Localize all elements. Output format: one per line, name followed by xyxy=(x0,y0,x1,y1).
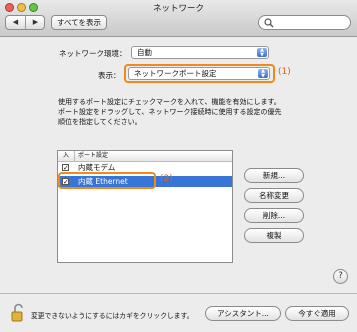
rename-button[interactable]: 名称変更 xyxy=(244,188,304,203)
lock-icon[interactable] xyxy=(10,303,26,323)
window-title: ネットワーク xyxy=(152,4,204,14)
duplicate-button[interactable]: 複製 xyxy=(244,228,304,243)
show-value: ネットワークポート設定 xyxy=(134,69,217,78)
back-forward-control: ◀ ▶ xyxy=(5,15,45,30)
annotation-box-2 xyxy=(58,172,156,189)
location-popup[interactable]: 自動 ▲ ▼ xyxy=(131,46,269,59)
assistant-button[interactable]: アシスタント... xyxy=(205,306,281,321)
column-header-port[interactable]: ポート設定 xyxy=(78,151,108,161)
search-icon xyxy=(264,18,274,28)
delete-button[interactable]: 削除... xyxy=(244,208,304,223)
show-label: 表示： xyxy=(98,71,121,80)
lock-text: 変更できないようにするにはカギをクリックします。 xyxy=(31,312,194,320)
forward-arrow-icon[interactable]: ▶ xyxy=(25,16,45,29)
divider xyxy=(0,293,357,294)
description-line-1: 使用するポート設定にチェックマークを入れて、機能を有効にします。 xyxy=(58,98,281,106)
location-value: 自動 xyxy=(137,48,152,57)
search-input[interactable] xyxy=(275,16,345,29)
description-line-2: ポート設定をドラッグして、ネットワーク接続時に使用する設定の優先 xyxy=(58,108,282,116)
window-titlebar: ネットワーク ◀ ▶ すべてを表示 xyxy=(0,0,357,37)
location-label: ネットワーク環境： xyxy=(59,49,127,58)
description-line-3: 順位を指定してください。 xyxy=(58,118,142,126)
popup-arrows-icon: ▲ ▼ xyxy=(258,69,268,78)
new-button[interactable]: 新規... xyxy=(244,168,304,183)
search-field[interactable] xyxy=(258,15,351,30)
back-arrow-icon[interactable]: ◀ xyxy=(6,16,25,29)
annotation-label-2: (2) xyxy=(160,174,173,184)
help-button[interactable]: ? xyxy=(333,269,348,284)
popup-arrows-icon: ▲ ▼ xyxy=(257,48,267,57)
show-all-button[interactable]: すべてを表示 xyxy=(51,15,107,30)
enable-checkbox[interactable]: ✓ xyxy=(62,164,69,172)
show-popup[interactable]: ネットワークポート設定 ▲ ▼ xyxy=(128,67,270,80)
list-header: 入 ポート設定 xyxy=(58,151,232,162)
column-header-on[interactable]: 入 xyxy=(63,151,69,161)
apply-now-button[interactable]: 今すぐ適用 xyxy=(285,306,349,321)
annotation-label-1: (1) xyxy=(278,67,291,77)
port-configuration-list[interactable]: 入 ポート設定 ✓ 内蔵モデム ✓ 内蔵 Ethernet xyxy=(57,150,233,263)
